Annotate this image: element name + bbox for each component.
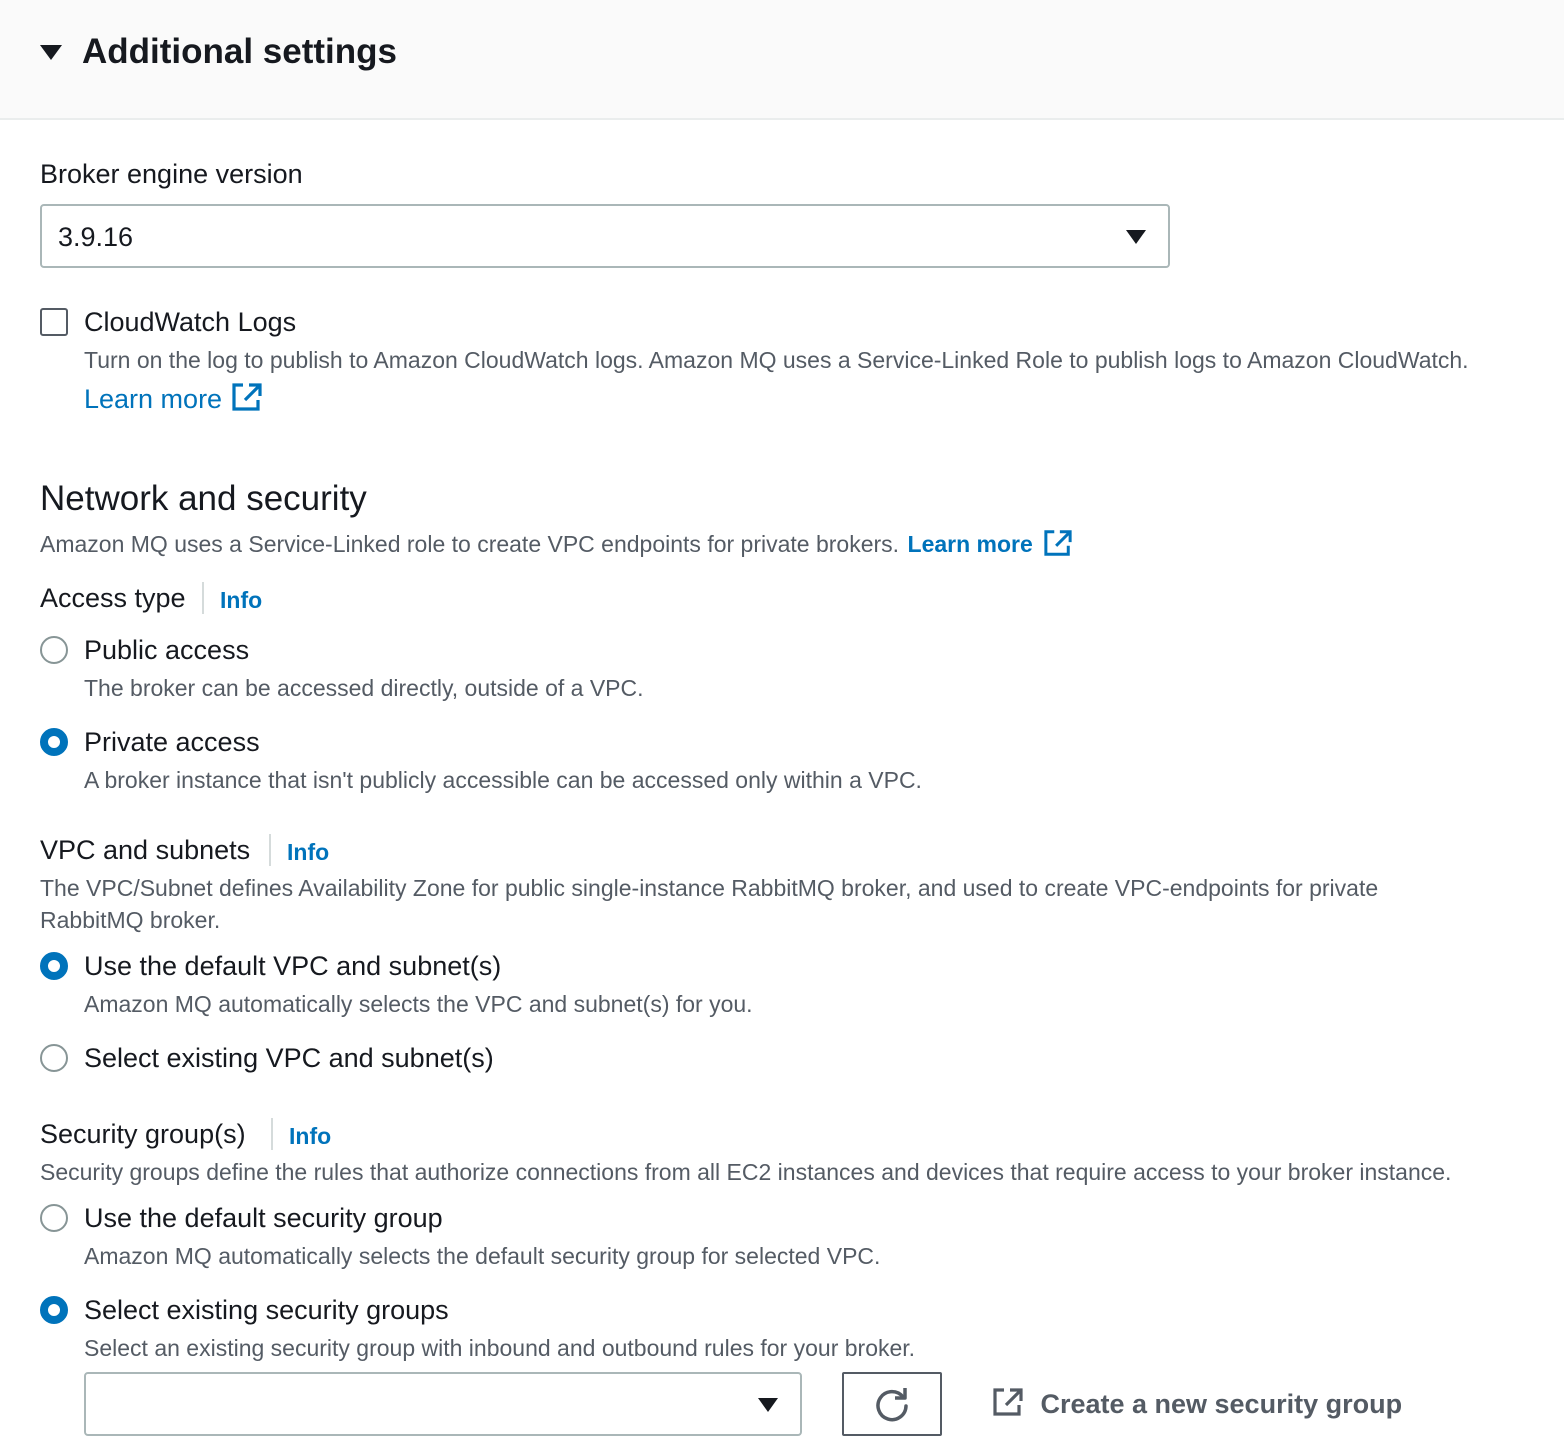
caret-down-icon[interactable]: [40, 45, 62, 60]
default-security-group-label[interactable]: Use the default security group: [84, 1200, 443, 1236]
engine-version-value: 3.9.16: [58, 222, 134, 252]
default-security-group-description: Amazon MQ automatically selects the defa…: [84, 1243, 881, 1269]
security-groups-info-link[interactable]: Info: [289, 1120, 331, 1152]
vpc-subnets-label: VPC and subnets: [40, 835, 251, 865]
vpc-subnets-info-link[interactable]: Info: [287, 836, 329, 868]
section-title: Additional settings: [82, 32, 397, 71]
external-link-icon: [231, 383, 262, 411]
cloudwatch-learn-more-label: Learn more: [84, 384, 223, 414]
refresh-button[interactable]: [842, 1372, 942, 1436]
default-vpc-radio[interactable]: [40, 952, 68, 980]
network-learn-more-link[interactable]: Learn more: [908, 531, 1033, 557]
public-access-radio[interactable]: [40, 636, 68, 664]
caret-down-icon: [758, 1398, 778, 1412]
refresh-icon: [876, 1388, 908, 1422]
cloudwatch-logs-label: CloudWatch Logs: [84, 307, 297, 337]
network-security-description: Amazon MQ uses a Service-Linked role to …: [40, 531, 900, 557]
engine-version-select[interactable]: 3.9.16: [40, 204, 1170, 268]
private-access-radio[interactable]: [40, 728, 68, 756]
divider: [269, 834, 271, 866]
external-link-icon: [993, 1388, 1023, 1416]
existing-security-groups-radio[interactable]: [40, 1296, 68, 1324]
access-type-label: Access type: [40, 583, 186, 613]
security-groups-select[interactable]: [84, 1372, 802, 1436]
private-access-description: A broker instance that isn't publicly ac…: [84, 767, 922, 793]
cloudwatch-logs-checkbox[interactable]: [40, 308, 68, 336]
default-security-group-radio[interactable]: [40, 1204, 68, 1232]
existing-vpc-radio[interactable]: [40, 1044, 68, 1072]
private-access-label[interactable]: Private access: [84, 724, 260, 760]
network-security-title: Network and security: [40, 479, 367, 518]
cloudwatch-learn-more-link[interactable]: Learn more: [84, 380, 263, 418]
divider: [202, 582, 204, 614]
existing-vpc-label[interactable]: Select existing VPC and subnet(s): [84, 1040, 494, 1076]
default-vpc-label[interactable]: Use the default VPC and subnet(s): [84, 948, 501, 984]
external-link-icon[interactable]: [1043, 529, 1073, 557]
public-access-label[interactable]: Public access: [84, 632, 249, 668]
existing-security-groups-description: Select an existing security group with i…: [84, 1335, 916, 1361]
create-security-group-link[interactable]: Create a new security group: [992, 1386, 1402, 1422]
divider: [271, 1118, 273, 1150]
cloudwatch-logs-description: Turn on the log to publish to Amazon Clo…: [84, 347, 1469, 373]
existing-security-groups-label[interactable]: Select existing security groups: [84, 1292, 449, 1328]
section-header[interactable]: Additional settings: [0, 0, 1564, 120]
security-groups-label: Security group(s): [40, 1119, 246, 1149]
access-type-info-link[interactable]: Info: [220, 584, 262, 616]
vpc-subnets-description-line1: The VPC/Subnet defines Availability Zone…: [40, 875, 1379, 901]
vpc-subnets-description-line2: RabbitMQ broker.: [40, 907, 221, 933]
default-vpc-description: Amazon MQ automatically selects the VPC …: [84, 991, 753, 1017]
security-groups-description: Security groups define the rules that au…: [40, 1159, 1452, 1185]
public-access-description: The broker can be accessed directly, out…: [84, 675, 644, 701]
network-security-description-row: Amazon MQ uses a Service-Linked role to …: [40, 528, 1073, 560]
create-security-group-label: Create a new security group: [1040, 1389, 1403, 1419]
caret-down-icon: [1126, 230, 1146, 244]
engine-version-label: Broker engine version: [40, 159, 303, 189]
